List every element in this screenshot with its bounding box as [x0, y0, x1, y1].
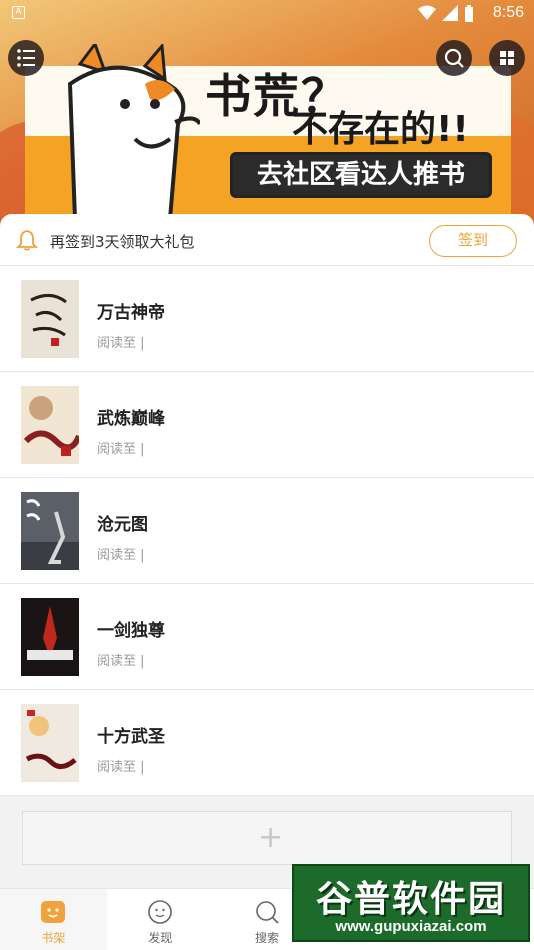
menu-button[interactable]: [8, 40, 44, 76]
book-list: 万古神帝 阅读至 | 武炼巅峰 阅读至 | 沧元图 阅读至 | 一剑独尊 阅读至…: [0, 266, 534, 796]
status-time: 8:56: [492, 4, 524, 21]
book-cover: [21, 492, 79, 570]
signin-text: 再签到3天领取大礼包: [50, 233, 195, 251]
search-button[interactable]: [436, 40, 472, 76]
book-cover-image: [21, 598, 79, 676]
book-progress: 阅读至 |: [97, 654, 145, 669]
book-cover: [21, 280, 79, 358]
book-cover: [21, 386, 79, 464]
book-progress: 阅读至 |: [97, 336, 145, 351]
signin-button[interactable]: 签到: [429, 225, 517, 257]
signal-icon: [442, 5, 458, 21]
search-icon: [444, 48, 464, 68]
book-title: 一剑独尊: [97, 621, 165, 641]
grid-view-button[interactable]: [489, 40, 525, 76]
book-cover: [21, 598, 79, 676]
plus-icon: +: [258, 820, 284, 855]
watermark-text: 谷普软件园: [315, 879, 506, 920]
menu-icon: [17, 49, 35, 67]
sim-icon: A: [12, 6, 25, 19]
book-cover-image: [21, 280, 79, 358]
book-item[interactable]: 万古神帝 阅读至 |: [0, 266, 534, 372]
book-cover: [21, 704, 79, 782]
book-cover-image: [21, 704, 79, 782]
tab-bookshelf[interactable]: 书架: [0, 889, 107, 950]
book-progress: 阅读至 |: [97, 760, 145, 775]
book-item[interactable]: 武炼巅峰 阅读至 |: [0, 372, 534, 478]
bookshelf-icon: [41, 901, 65, 923]
promo-banner[interactable]: 书荒？ 不存在的!! 去社区看达人推书: [0, 0, 534, 230]
wifi-icon: [418, 5, 436, 20]
banner-cta[interactable]: 去社区看达人推书: [230, 152, 492, 198]
tab-label: 发现: [148, 931, 173, 945]
book-item[interactable]: 沧元图 阅读至 |: [0, 478, 534, 584]
book-title: 十方武圣: [97, 727, 165, 747]
book-progress: 阅读至 |: [97, 442, 145, 457]
book-progress: 阅读至 |: [97, 548, 145, 563]
status-bar: A 8:56: [0, 0, 534, 28]
add-book-button[interactable]: +: [22, 811, 512, 865]
status-icons: [418, 5, 474, 23]
book-cover-image: [21, 492, 79, 570]
banner-subtitle: 不存在的!!: [292, 109, 469, 150]
book-title: 万古神帝: [97, 303, 165, 323]
book-item[interactable]: 一剑独尊 阅读至 |: [0, 584, 534, 690]
book-title: 武炼巅峰: [97, 409, 165, 429]
watermark-logo: 谷普软件园 www.gupuxiazai.com: [292, 864, 530, 942]
grid-icon: [500, 51, 514, 65]
battery-icon: [465, 5, 473, 22]
signin-bar: 再签到3天领取大礼包 签到: [0, 214, 534, 266]
search-icon: [255, 901, 279, 924]
book-cover-image: [21, 386, 79, 464]
watermark-url: www.gupuxiazai.com: [335, 918, 487, 935]
fox-mascot-icon: [67, 44, 200, 221]
book-title: 沧元图: [97, 515, 148, 535]
tab-discover[interactable]: 发现: [107, 889, 214, 950]
bell-icon: [16, 230, 38, 251]
discover-icon: [147, 900, 172, 924]
tab-label: 书架: [41, 931, 66, 945]
book-item[interactable]: 十方武圣 阅读至 |: [0, 690, 534, 796]
bookshelf-content: 再签到3天领取大礼包 签到 万古神帝 阅读至 | 武炼巅峰 阅读至 | 沧元图 …: [0, 214, 534, 886]
